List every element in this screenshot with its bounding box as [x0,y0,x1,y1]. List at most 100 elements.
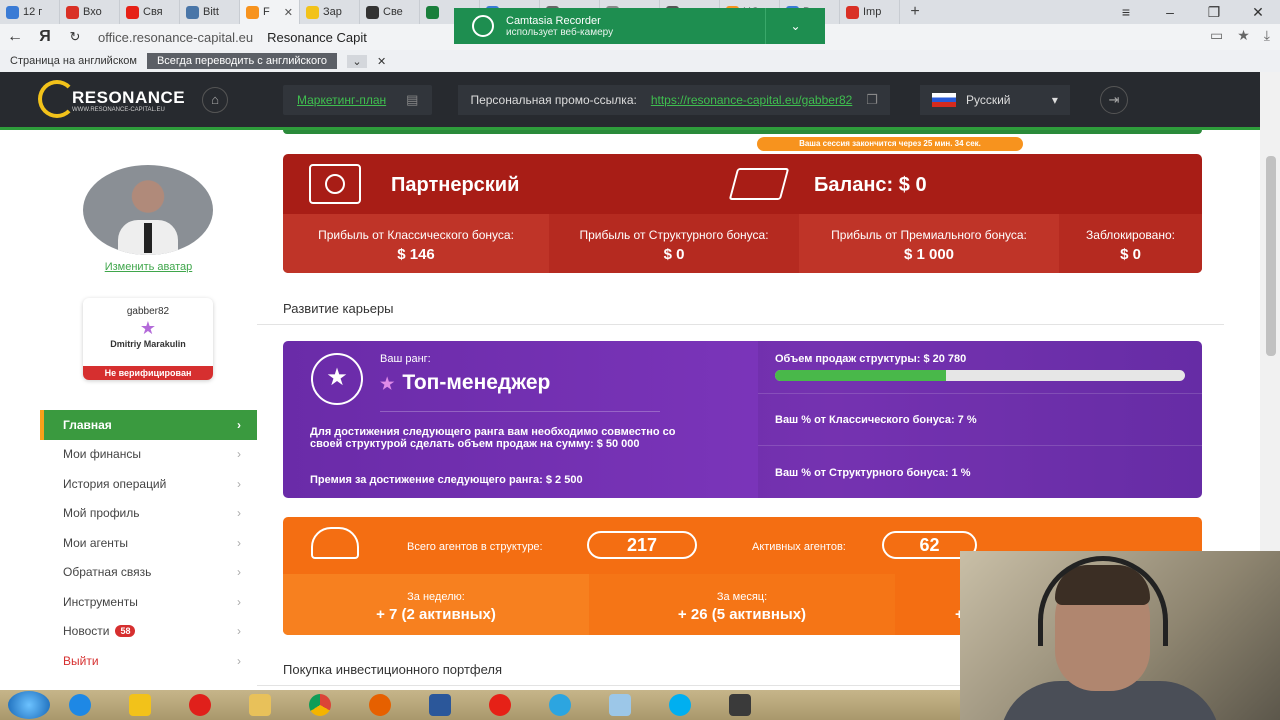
browser-tab[interactable]: 12 г [0,0,60,24]
lock-icon[interactable]: ▭ [1210,27,1223,44]
tab-favicon-icon [186,5,199,19]
stat-label: Прибыль от Структурного бонуса: [579,228,769,242]
career-rank-card: Ваш ранг: ★ Топ-менеджер Для достижения с… [283,341,1202,498]
always-translate-button[interactable]: Всегда переводить с английского [146,53,337,69]
promo-link[interactable]: https://resonance-capital.eu/gabber82 [651,93,852,107]
download-icon[interactable]: ⤓ [1264,27,1270,44]
tab-label: Imp [863,6,882,18]
sidebar-item-label: Обратная связь [63,565,152,580]
active-agents-label: Активных агентов: [752,541,846,553]
taskbar-explorer-icon[interactable] [110,691,170,719]
tab-close-icon[interactable]: ✕ [284,6,293,19]
taskbar-word-icon[interactable] [410,691,470,719]
stat-label: Заблокировано: [1086,228,1175,242]
browser-tab[interactable]: Зар [300,0,360,24]
tab-label: 12 г [23,6,43,18]
taskbar-telegram-icon[interactable] [530,691,590,719]
balance-label: Баланс: [814,174,894,196]
taskbar-ie-icon[interactable] [50,691,110,719]
webcam-icon [472,15,494,37]
document-icon[interactable]: ▤ [406,92,418,108]
reload-icon[interactable]: ↻ [60,29,90,45]
taskbar-opera-icon[interactable] [170,691,230,719]
chevron-right-icon: › [237,447,241,462]
balance: Баланс: $ 0 [814,174,927,197]
sidebar-item-label: Выйти [63,653,99,668]
money-stack-icon [728,168,790,200]
taskbar-notepad-icon[interactable] [590,691,650,719]
tab-label: Вхо [83,6,102,18]
translate-close-icon[interactable]: ✕ [377,55,386,68]
browser-tab[interactable]: Све [360,0,420,24]
resonance-logo[interactable]: RESONANCE WWW.RESONANCE-CAPITAL.EU [38,76,185,124]
chevron-down-icon[interactable]: ⌄ [765,8,825,44]
tab-label: Све [383,6,403,18]
stat-value: + 26 (5 активных) [677,606,807,623]
sidebar-item-0[interactable]: Главная › [40,410,257,440]
sidebar-item-7[interactable]: Новости 58 › [40,617,257,647]
structural-bonus-stat: Прибыль от Структурного бонуса: $ 0 [549,214,799,273]
taskbar-skype-icon[interactable] [650,691,710,719]
camtasia-subtitle: использует веб-камеру [506,26,614,38]
minimize-icon[interactable]: – [1148,0,1192,24]
sidebar-item-3[interactable]: Мой профиль › [40,499,257,529]
window-controls: ≡ – ❐ ✕ [1104,0,1280,24]
camtasia-title: Camtasia Recorder [506,14,601,27]
next-rank-requirement: Для достижения следующего ранга вам необ… [310,426,676,450]
stat-label: За месяц: [716,591,768,603]
taskbar-camtasia-icon[interactable] [710,691,770,719]
stat-value: + 7 (2 активных) [376,606,496,623]
url-field[interactable]: office.resonance-capital.eu [98,30,253,45]
taskbar-yandex-icon[interactable] [470,691,530,719]
language-select[interactable]: Русский ▾ [919,84,1070,115]
volume-progress-bar [775,370,1185,381]
language-label: Русский [965,92,1011,107]
page-title: Resonance Capit [267,29,367,45]
sidebar-item-5[interactable]: Обратная связь › [40,558,257,588]
close-window-icon[interactable]: ✕ [1236,0,1280,24]
sidebar-item-label: Новости [63,624,110,639]
home-icon[interactable]: ⌂ [202,86,228,113]
yandex-icon[interactable]: Я [30,28,60,46]
start-button-icon[interactable] [8,691,50,719]
copy-icon[interactable]: ❐ [866,92,878,108]
sidebar-item-8[interactable]: Выйти › [40,646,257,676]
change-avatar-link[interactable]: Изменить аватар [40,261,257,273]
sidebar-item-6[interactable]: Инструменты › [40,587,257,617]
browser-tab[interactable]: Imp [840,0,900,24]
logo-ring-icon [38,79,76,118]
browser-tab[interactable]: Свя [120,0,180,24]
maximize-icon[interactable]: ❐ [1192,0,1236,24]
divider [257,324,1224,325]
menu-icon[interactable]: ≡ [1104,0,1148,24]
stat-value: $ 0 [1120,246,1141,263]
sidebar-item-1[interactable]: Мои финансы › [40,440,257,470]
career-section-title: Развитие карьеры [283,301,394,316]
bookmark-star-icon[interactable]: ★ [1237,27,1250,44]
sidebar-item-label: Мои агенты [63,535,129,550]
taskbar-chrome-icon[interactable] [290,691,350,719]
marketing-plan-link[interactable]: Маркетинг-план [297,93,386,107]
taskbar-folder-icon[interactable] [230,691,290,719]
translate-bar: Страница на английском Всегда переводить… [0,50,1280,72]
agents-month-stat: За месяц: + 26 (5 активных) [589,574,895,635]
total-agents-label: Всего агентов в структуре: [407,541,543,553]
scrollbar-thumb[interactable] [1266,156,1276,356]
sidebar-item-label: Мой профиль [63,506,140,521]
promo-label: Персональная промо-ссылка: [470,92,637,107]
site-header: RESONANCE WWW.RESONANCE-CAPITAL.EU ⌂ Мар… [0,72,1260,130]
sidebar-item-4[interactable]: Мои агенты › [40,528,257,558]
browser-tab[interactable]: Bitt [180,0,240,24]
browser-tab[interactable]: F ✕ [240,0,300,24]
agents-group-icon [311,527,359,559]
taskbar-firefox-icon[interactable] [350,691,410,719]
translate-text: Страница на английском [10,55,137,67]
new-tab-icon[interactable]: + [900,3,930,21]
back-arrow-icon[interactable]: ← [0,28,30,46]
browser-tab[interactable]: Вхо [60,0,120,24]
translate-dropdown-icon[interactable]: ⌄ [346,54,367,68]
logout-icon[interactable]: ⇥ [1099,85,1128,114]
sidebar-item-2[interactable]: История операций › [40,469,257,499]
sidebar-item-label: Инструменты [63,594,138,609]
promo-link-box: Персональная промо-ссылка: https://reson… [458,84,890,115]
